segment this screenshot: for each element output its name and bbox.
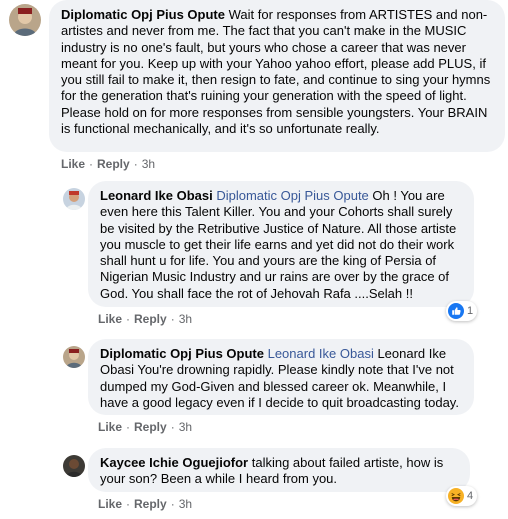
separator: · <box>170 497 175 511</box>
comment-actions: Like · Reply · 3h <box>61 157 155 171</box>
reaction-number: 4 <box>467 490 474 502</box>
comment-text: Oh ! You are even here this Talent Kille… <box>100 188 457 301</box>
like-button[interactable]: Like <box>61 157 85 171</box>
separator: · <box>170 312 175 326</box>
avatar[interactable] <box>9 4 41 36</box>
like-button[interactable]: Like <box>98 497 122 511</box>
separator: · <box>126 312 131 326</box>
comment-mention[interactable]: Leonard Ike Obasi <box>268 346 374 361</box>
separator: · <box>126 420 131 434</box>
timestamp[interactable]: 3h <box>179 312 192 326</box>
like-button[interactable]: Like <box>98 312 122 326</box>
like-button[interactable]: Like <box>98 420 122 434</box>
reply-button[interactable]: Reply <box>134 497 167 511</box>
timestamp[interactable]: 3h <box>142 157 155 171</box>
reply-button[interactable]: Reply <box>134 420 167 434</box>
comment-actions: Like · Reply · 3h <box>98 312 192 326</box>
reaction-number: 1 <box>467 305 474 317</box>
avatar[interactable] <box>63 346 85 368</box>
reaction-count[interactable]: 4 <box>446 486 478 506</box>
comment-text: Wait for responses from ARTISTES and non… <box>61 7 491 137</box>
comment-actions: Like · Reply · 3h <box>98 497 192 511</box>
separator: · <box>133 157 138 171</box>
profile-photo-icon <box>63 455 85 477</box>
avatar[interactable] <box>63 455 85 477</box>
comment-bubble: Leonard Ike Obasi Diplomatic Opj Pius Op… <box>88 181 474 307</box>
profile-photo-icon <box>63 188 85 210</box>
haha-reaction-icon <box>448 488 464 504</box>
separator: · <box>126 497 131 511</box>
profile-photo-icon <box>63 346 85 368</box>
comment-author[interactable]: Leonard Ike Obasi <box>100 188 213 203</box>
avatar[interactable] <box>63 188 85 210</box>
comment-author[interactable]: Diplomatic Opj Pius Opute <box>61 7 225 22</box>
comment-bubble: Diplomatic Opj Pius Opute Wait for respo… <box>49 0 505 152</box>
reply-button[interactable]: Reply <box>97 157 130 171</box>
comment-bubble: Diplomatic Opj Pius Opute Leonard Ike Ob… <box>88 339 474 415</box>
comment-author[interactable]: Kaycee Ichie Oguejiofor <box>100 455 248 470</box>
profile-photo-icon <box>9 4 41 36</box>
comment-mention[interactable]: Diplomatic Opj Pius Opute <box>216 188 368 203</box>
like-reaction-icon <box>448 303 464 319</box>
separator: · <box>89 157 94 171</box>
comment-author[interactable]: Diplomatic Opj Pius Opute <box>100 346 264 361</box>
comment-bubble: Kaycee Ichie Oguejiofor talking about fa… <box>88 448 470 492</box>
reply-button[interactable]: Reply <box>134 312 167 326</box>
timestamp[interactable]: 3h <box>179 420 192 434</box>
timestamp[interactable]: 3h <box>179 497 192 511</box>
comment-actions: Like · Reply · 3h <box>98 420 192 434</box>
reaction-count[interactable]: 1 <box>446 301 478 321</box>
separator: · <box>170 420 175 434</box>
